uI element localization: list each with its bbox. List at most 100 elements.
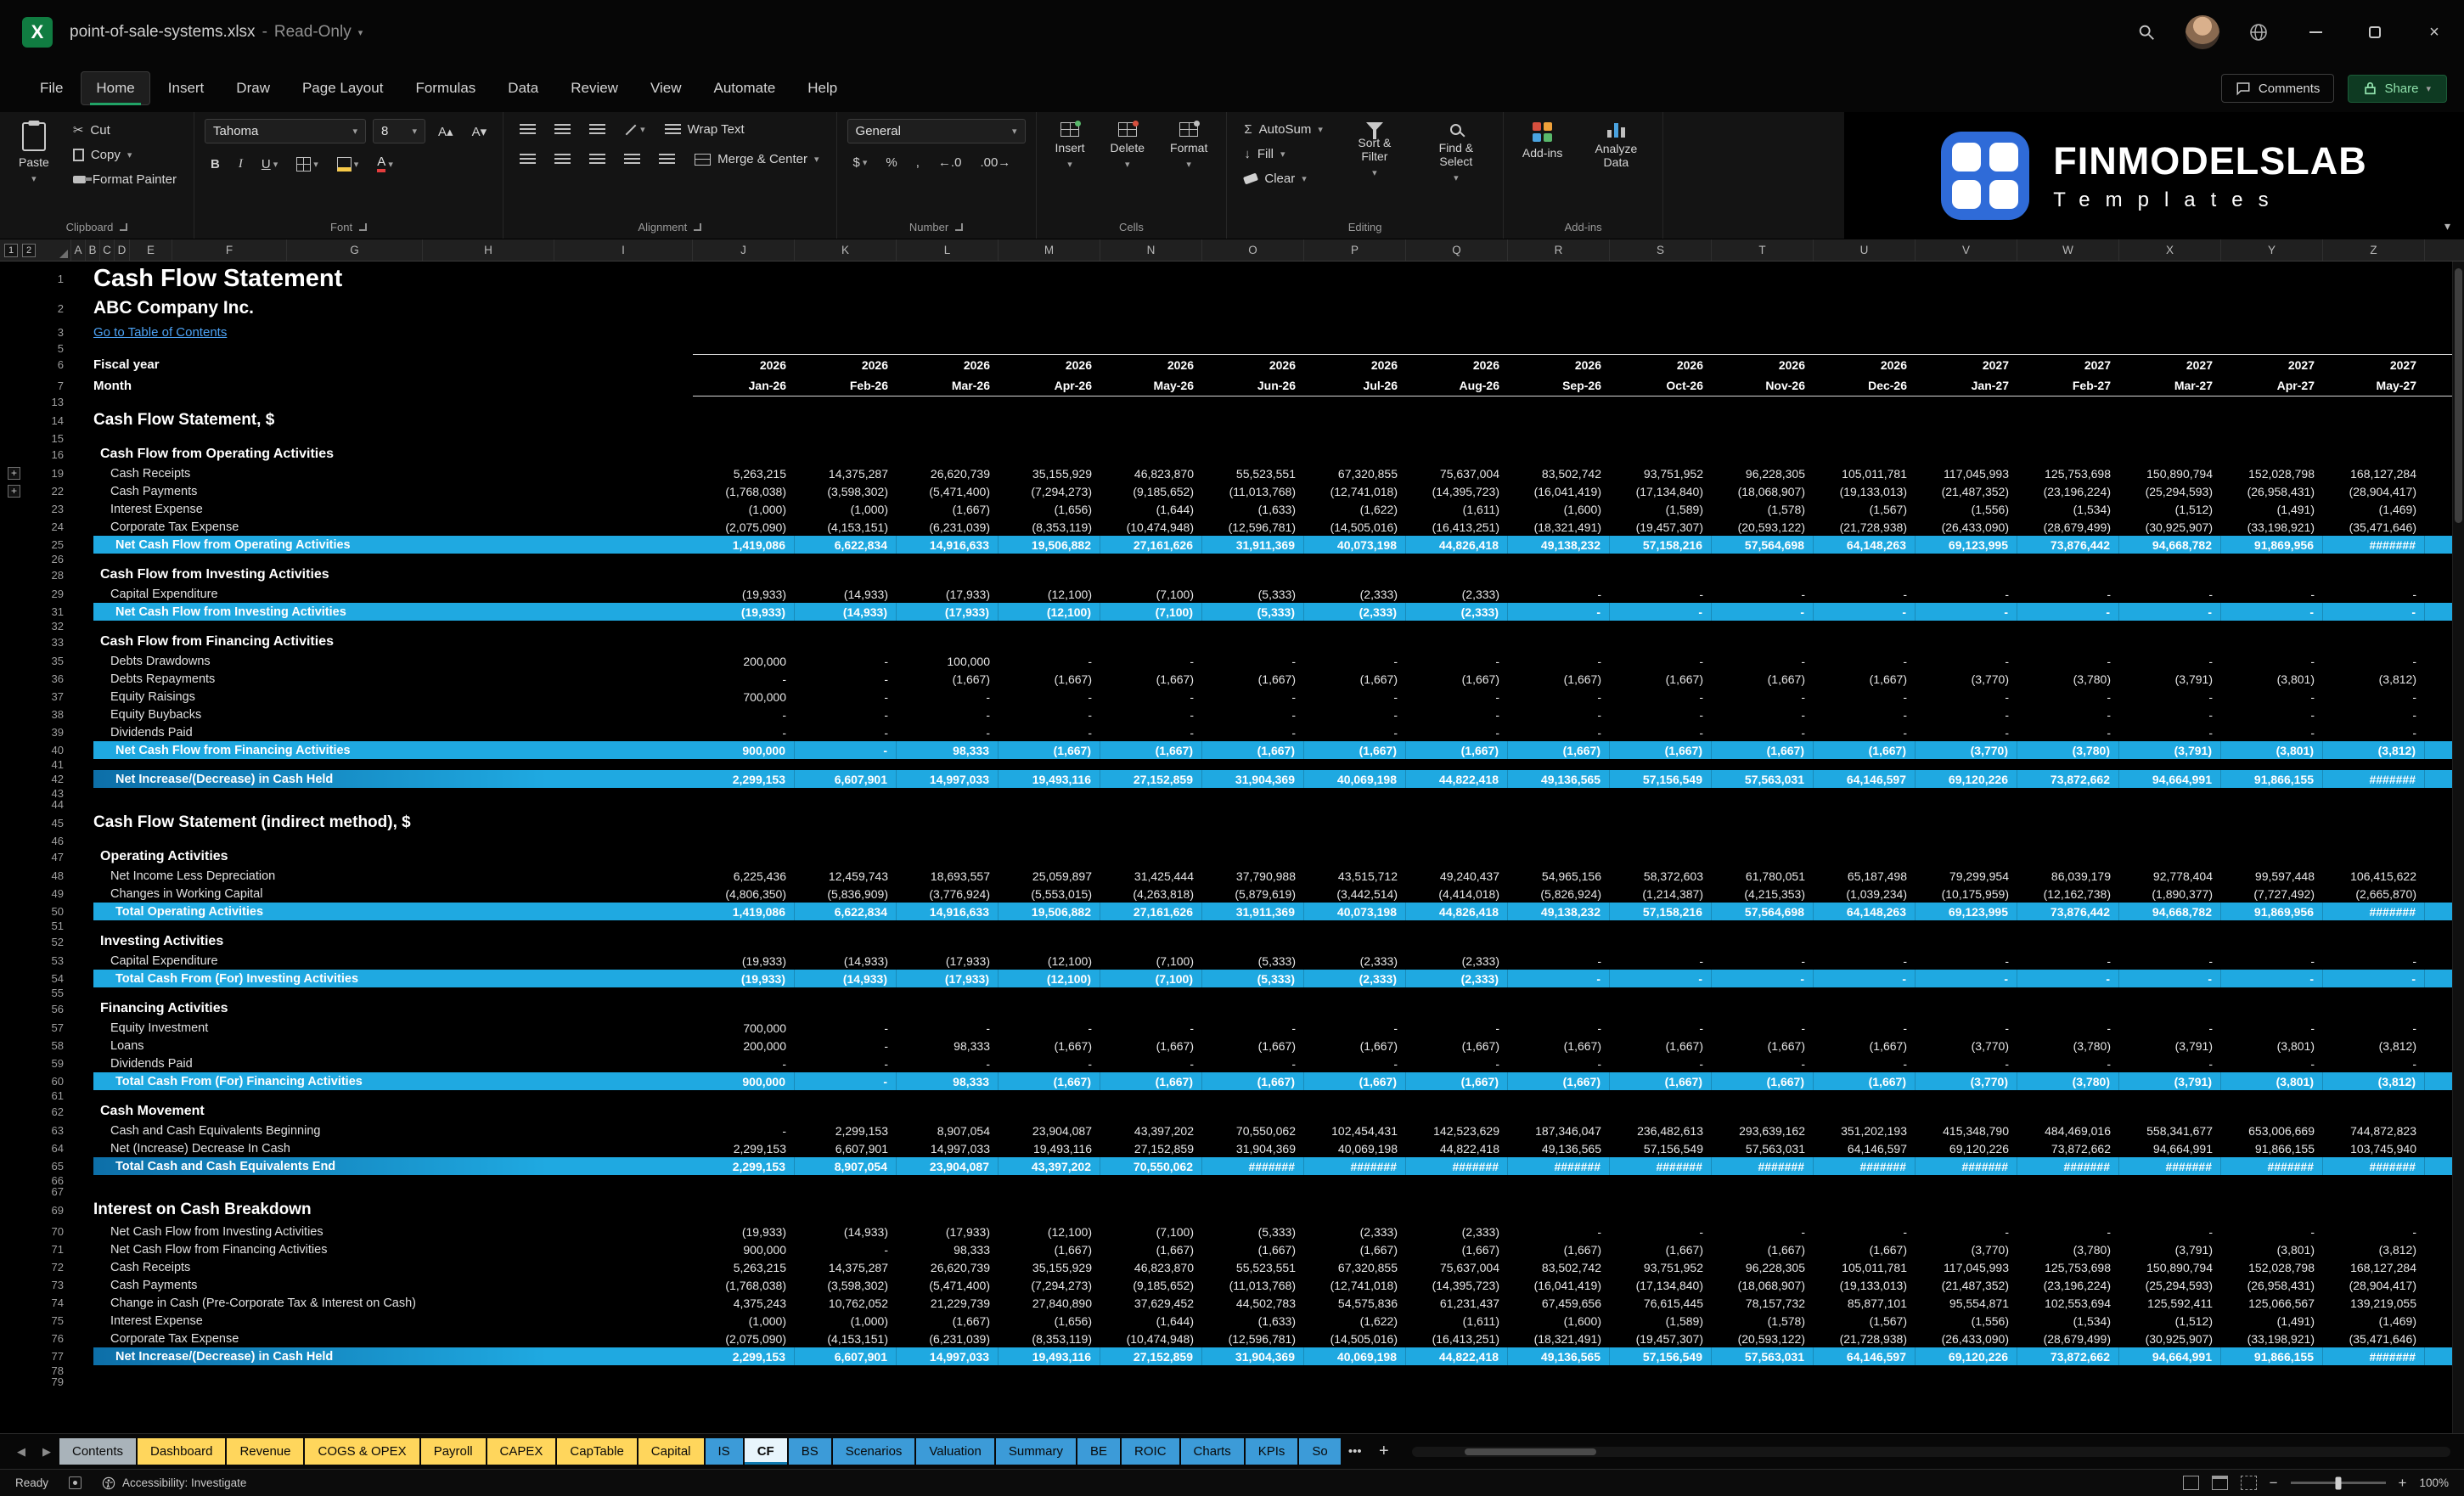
cell[interactable]: 14,997,033 xyxy=(897,770,999,788)
cell[interactable]: - xyxy=(1814,585,1916,603)
column-header-D[interactable]: D xyxy=(115,239,130,261)
cell[interactable]: (5,333) xyxy=(1202,603,1304,621)
cell[interactable]: 2026 xyxy=(1610,355,1712,374)
cell[interactable]: (14,933) xyxy=(795,585,897,603)
cell[interactable]: 2027 xyxy=(1916,355,2017,374)
cell[interactable]: 57,564,698 xyxy=(1712,536,1814,554)
row-label-cell[interactable] xyxy=(71,433,693,444)
borders-button[interactable]: ▾ xyxy=(290,154,324,175)
cell[interactable]: (1,667) xyxy=(1508,1037,1610,1055)
cell[interactable]: (1,667) xyxy=(1100,670,1202,688)
cell[interactable]: (18,068,907) xyxy=(1712,1276,1814,1294)
cell[interactable]: 2,299,153 xyxy=(693,1157,795,1175)
cell[interactable]: (25,294,593) xyxy=(2119,482,2221,500)
cell[interactable]: 139,219,055 xyxy=(2323,1294,2425,1312)
row-label-cell[interactable] xyxy=(71,1090,693,1101)
cell[interactable]: 44,502,783 xyxy=(1202,1294,1304,1312)
cell[interactable]: - xyxy=(1100,688,1202,706)
cell[interactable]: (26,958,431) xyxy=(2221,1276,2323,1294)
cell[interactable]: - xyxy=(1712,652,1814,670)
cell[interactable]: - xyxy=(795,688,897,706)
column-header-C[interactable]: C xyxy=(100,239,115,261)
cell[interactable]: Jul-26 xyxy=(1304,374,1406,396)
row-label-cell[interactable]: Net Cash Flow from Operating Activities xyxy=(71,536,693,554)
row-label-cell[interactable]: Total Cash From (For) Investing Activiti… xyxy=(71,970,693,987)
sheet-tab-roic[interactable]: ROIC xyxy=(1122,1438,1179,1465)
cell[interactable]: (33,198,921) xyxy=(2221,518,2323,536)
cell[interactable]: 95,554,871 xyxy=(1916,1294,2017,1312)
cell[interactable]: - xyxy=(1814,1223,1916,1240)
sheet-tab-bs[interactable]: BS xyxy=(789,1438,831,1465)
toc-link[interactable]: Go to Table of Contents xyxy=(71,321,693,343)
sheet-tab-dashboard[interactable]: Dashboard xyxy=(138,1438,225,1465)
cell[interactable]: - xyxy=(2119,688,2221,706)
cell[interactable]: (30,925,907) xyxy=(2119,1330,2221,1347)
cell[interactable]: Mar-27 xyxy=(2119,374,2221,396)
sheet-tab-captable[interactable]: CapTable xyxy=(557,1438,636,1465)
cell[interactable]: 23,904,087 xyxy=(897,1157,999,1175)
cell[interactable]: (14,933) xyxy=(795,1223,897,1240)
cell[interactable]: 26,620,739 xyxy=(897,464,999,482)
cell[interactable]: 27,152,859 xyxy=(1100,1139,1202,1157)
cell[interactable]: - xyxy=(1508,952,1610,970)
cell[interactable]: 2026 xyxy=(1304,355,1406,374)
cell[interactable]: (1,556) xyxy=(1916,500,2017,518)
sheet-tab-payroll[interactable]: Payroll xyxy=(421,1438,486,1465)
cell[interactable]: 73,872,662 xyxy=(2017,1139,2119,1157)
cell[interactable]: 2027 xyxy=(2017,355,2119,374)
cell[interactable]: 351,202,193 xyxy=(1814,1122,1916,1139)
cell[interactable]: 14,375,287 xyxy=(795,1258,897,1276)
cell[interactable]: (2,333) xyxy=(1304,1223,1406,1240)
horizontal-scrollbar-thumb[interactable] xyxy=(1465,1448,1596,1455)
cell[interactable]: - xyxy=(999,1055,1100,1072)
cell[interactable]: 14,997,033 xyxy=(897,1347,999,1365)
cell[interactable]: 85,877,101 xyxy=(1814,1294,1916,1312)
font-color-button[interactable]: A▾ xyxy=(371,152,399,176)
cell[interactable]: 69,123,995 xyxy=(1916,903,2017,920)
italic-button[interactable]: I xyxy=(233,154,249,175)
cell[interactable]: - xyxy=(1100,652,1202,670)
alignment-dialog-launcher-icon[interactable] xyxy=(694,223,701,231)
cell[interactable]: (1,667) xyxy=(1610,670,1712,688)
cell[interactable]: - xyxy=(2221,706,2323,723)
column-header-P[interactable]: P xyxy=(1304,239,1406,261)
cell[interactable]: (1,667) xyxy=(1508,670,1610,688)
cell[interactable]: 2026 xyxy=(1202,355,1304,374)
cell[interactable]: 2026 xyxy=(897,355,999,374)
cell[interactable]: 2,299,153 xyxy=(693,1139,795,1157)
cell[interactable]: 105,011,781 xyxy=(1814,464,1916,482)
menu-help[interactable]: Help xyxy=(793,72,852,104)
cell[interactable]: (17,933) xyxy=(897,1223,999,1240)
cell[interactable]: - xyxy=(2017,603,2119,621)
cell[interactable]: (3,801) xyxy=(2221,1037,2323,1055)
cell[interactable]: - xyxy=(2017,688,2119,706)
cell[interactable]: 19,493,116 xyxy=(999,770,1100,788)
cell[interactable]: 31,911,369 xyxy=(1202,903,1304,920)
cell[interactable]: (2,665,870) xyxy=(2323,885,2425,903)
cell[interactable]: (28,904,417) xyxy=(2323,482,2425,500)
cell[interactable]: 61,231,437 xyxy=(1406,1294,1508,1312)
cell[interactable]: 187,346,047 xyxy=(1508,1122,1610,1139)
cell[interactable]: (4,215,353) xyxy=(1712,885,1814,903)
row-label-cell[interactable]: Net Increase/(Decrease) in Cash Held xyxy=(71,770,693,788)
cell[interactable]: (33,198,921) xyxy=(2221,1330,2323,1347)
sheet-tab-is[interactable]: IS xyxy=(706,1438,743,1465)
cell[interactable]: 1,419,086 xyxy=(693,903,795,920)
cell[interactable]: 2,299,153 xyxy=(693,770,795,788)
cell[interactable]: (3,791) xyxy=(2119,1037,2221,1055)
cell[interactable]: (14,505,016) xyxy=(1304,518,1406,536)
cell[interactable]: - xyxy=(2119,952,2221,970)
row-label-cell[interactable]: Cash and Cash Equivalents Beginning xyxy=(71,1122,693,1139)
cell[interactable]: (8,353,119) xyxy=(999,1330,1100,1347)
cell[interactable]: (2,333) xyxy=(1406,952,1508,970)
cell[interactable]: (7,100) xyxy=(1100,970,1202,987)
cell[interactable]: (1,000) xyxy=(693,1312,795,1330)
cell[interactable]: - xyxy=(693,723,795,741)
zoom-out-button[interactable]: − xyxy=(2270,1475,2278,1492)
cell[interactable]: ####### xyxy=(1304,1157,1406,1175)
cell[interactable]: (21,487,352) xyxy=(1916,1276,2017,1294)
cell[interactable]: (1,578) xyxy=(1712,1312,1814,1330)
cell[interactable]: (19,933) xyxy=(693,603,795,621)
cell[interactable]: 200,000 xyxy=(693,652,795,670)
orientation-button[interactable]: ▾ xyxy=(618,121,651,138)
